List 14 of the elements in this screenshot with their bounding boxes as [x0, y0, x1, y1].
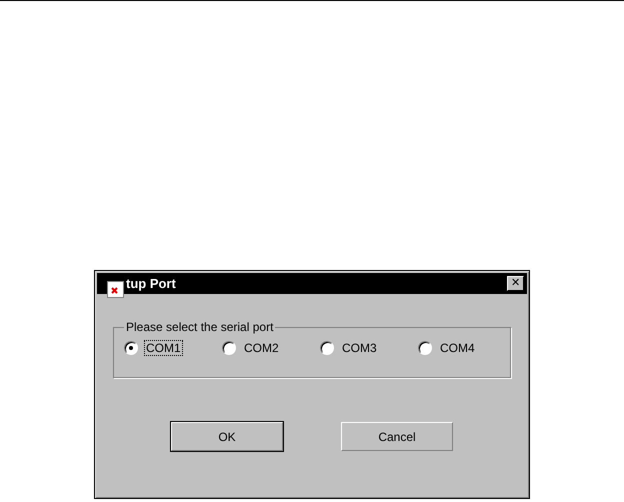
- radio-button[interactable]: [418, 341, 432, 355]
- radio-label[interactable]: COM1: [144, 340, 183, 356]
- close-button[interactable]: ✕: [507, 276, 524, 291]
- radio-label[interactable]: COM2: [242, 340, 281, 356]
- radio-label[interactable]: COM4: [438, 340, 477, 356]
- radio-label[interactable]: COM3: [340, 340, 379, 356]
- radio-button[interactable]: [320, 341, 334, 355]
- cancel-button[interactable]: Cancel: [341, 422, 453, 451]
- ok-button[interactable]: OK: [171, 422, 283, 451]
- window-title: tup Port: [126, 276, 176, 291]
- group-label: Please select the serial port: [125, 320, 274, 334]
- radio-button[interactable]: [124, 341, 138, 355]
- radio-button[interactable]: [222, 341, 236, 355]
- broken-image-icon: [107, 281, 124, 298]
